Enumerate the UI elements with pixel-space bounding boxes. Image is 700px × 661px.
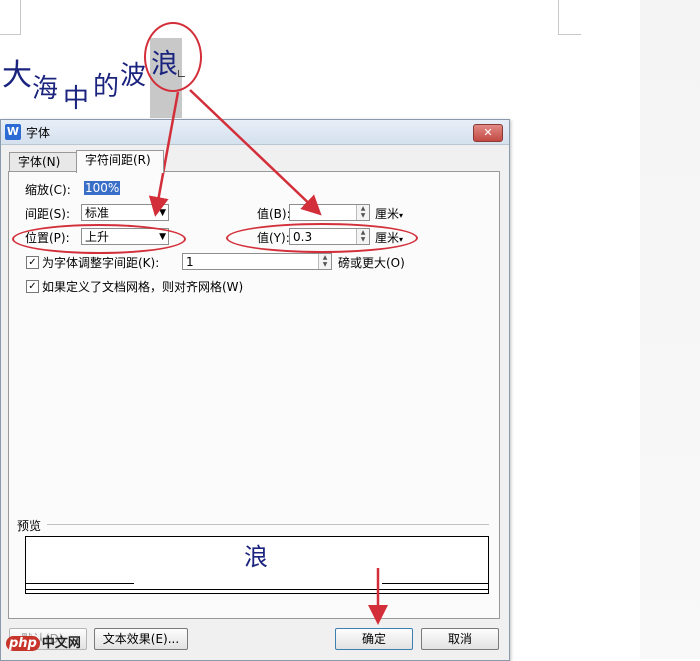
ok-button[interactable]: 确定 (335, 628, 413, 650)
baseline-full (26, 589, 488, 590)
preview-label: 预览 (17, 519, 42, 533)
baseline-left (26, 583, 134, 584)
dialog-titlebar[interactable]: W 字体 ✕ (1, 120, 509, 145)
spinner-icon[interactable]: ▲ ▼ (356, 205, 369, 220)
doc-char: 海 (32, 74, 59, 104)
kerning-checkbox[interactable]: ✓ (26, 256, 39, 269)
annotation-circle-position (12, 224, 186, 254)
doc-char: 的 (93, 72, 120, 102)
baseline-right (382, 583, 488, 584)
close-button[interactable]: ✕ (473, 124, 503, 142)
scale-input[interactable]: 100% (81, 180, 169, 197)
tab-font[interactable]: 字体(N) (9, 152, 77, 172)
spacing-value-label: 值(B): (257, 207, 291, 221)
page-corner-right (558, 0, 581, 35)
doc-char: 大 (2, 58, 32, 93)
watermark-suffix: 中文网 (41, 636, 81, 651)
preview-divider (47, 524, 489, 525)
spacing-label: 间距(S): (25, 207, 71, 221)
spinner-icon[interactable]: ▲ ▼ (318, 254, 331, 269)
scale-label: 缩放(C): (25, 183, 71, 197)
watermark-brand: php (6, 636, 40, 651)
text-effects-button[interactable]: 文本效果(E)... (94, 628, 188, 650)
annotation-circle-value (226, 223, 418, 253)
doc-char: 中 (63, 84, 90, 114)
chevron-down-icon: ▼ (159, 208, 166, 218)
kerning-amount-input[interactable]: 1 ▲ ▼ (182, 253, 332, 270)
preview-char: 浪 (244, 543, 268, 571)
page-corner-left (0, 0, 21, 35)
chevron-down-icon: ▾ (399, 211, 404, 220)
kerning-suffix: 磅或更大(O) (338, 256, 405, 270)
spacing-unit-select[interactable]: 厘米▾ (375, 205, 403, 222)
snap-grid-checkbox[interactable]: ✓ (26, 280, 39, 293)
watermark-logo: php 中文网 (6, 632, 81, 651)
spacing-amount-input[interactable]: ▲ ▼ (289, 204, 370, 221)
spacing-select[interactable]: 标准 ▼ (81, 204, 169, 221)
scale-value: 100% (84, 181, 121, 195)
preview-box: 浪 (25, 536, 489, 594)
cancel-button[interactable]: 取消 (421, 628, 499, 650)
dialog-title: 字体 (26, 126, 51, 140)
tab-character-spacing[interactable]: 字符间距(R) (76, 150, 164, 173)
annotation-circle-char (144, 22, 202, 92)
wps-logo-icon: W (5, 124, 21, 140)
doc-char: 波 (120, 61, 147, 91)
spacing-value: 标准 (85, 206, 110, 220)
kerning-label: 为字体调整字间距(K): (42, 256, 160, 270)
snap-grid-label: 如果定义了文档网格，则对齐网格(W) (42, 280, 244, 294)
page-margin-shade (640, 0, 700, 659)
font-dialog: W 字体 ✕ 字体(N) 字符间距(R) 缩放(C): 100% 间距(S): … (0, 119, 510, 661)
